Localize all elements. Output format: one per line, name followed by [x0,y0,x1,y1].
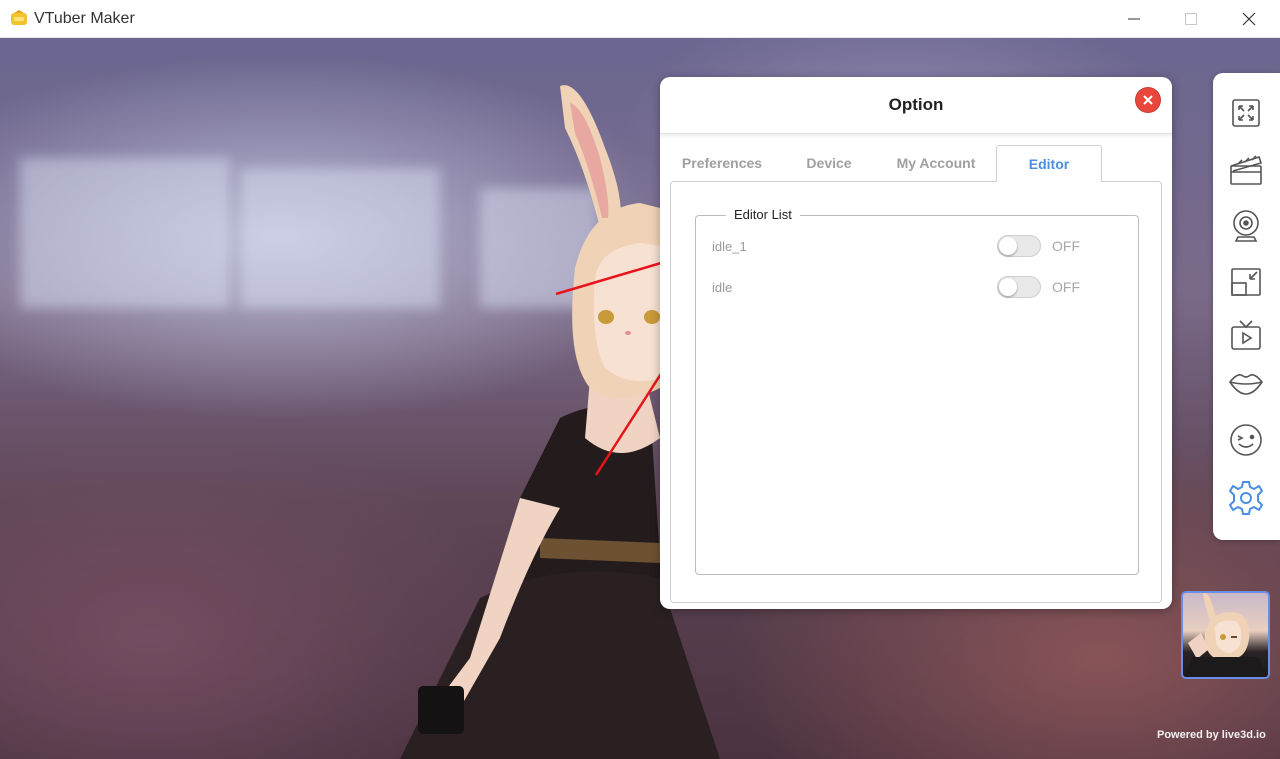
maximize-icon [1185,13,1197,25]
tab-my-account[interactable]: My Account [884,145,988,181]
avatar-thumbnail[interactable] [1181,591,1270,679]
app-logo-icon [11,10,27,25]
editor-tab-panel: Editor List idle_1 OFF idle OFF [670,181,1162,603]
avatar-thumbnail-image [1183,593,1268,677]
close-window-button[interactable] [1218,0,1280,38]
lips-icon [1229,374,1263,395]
window-size-button[interactable] [1227,263,1265,301]
maximize-button[interactable] [1160,0,1222,38]
settings-button[interactable] [1227,479,1265,517]
tv-play-icon [1231,320,1261,350]
toggle-knob [999,237,1017,255]
editor-item-toggle[interactable] [997,235,1041,257]
app-title: VTuber Maker [34,10,135,27]
toggle-knob [999,278,1017,296]
editor-list-legend: Editor List [726,207,800,222]
close-icon [1143,95,1153,105]
broadcast-button[interactable] [1227,316,1265,354]
right-toolbar [1213,73,1280,540]
webcam-icon [1233,210,1259,242]
list-item: idle OFF [696,272,1140,302]
gear-icon [1229,481,1263,515]
close-icon [1242,12,1256,26]
dialog-header: Option [660,77,1172,134]
expression-button[interactable] [1227,421,1265,459]
webcam-button[interactable] [1227,207,1265,245]
list-item: idle_1 OFF [696,231,1140,261]
lip-sync-button[interactable] [1227,364,1265,402]
toggle-state-label: OFF [1052,238,1080,254]
editor-item-toggle[interactable] [997,276,1041,298]
dialog-close-button[interactable] [1136,88,1160,112]
tab-preferences[interactable]: Preferences [672,145,772,181]
option-dialog: Option Preferences Device My Account Edi… [660,77,1172,609]
scene-button[interactable] [1227,151,1265,189]
option-tabs: Preferences Device My Account Editor [660,145,1172,182]
editor-item-name: idle_1 [712,239,747,254]
resize-window-icon [1231,268,1261,296]
editor-item-name: idle [712,280,733,295]
tab-editor[interactable]: Editor [996,145,1102,182]
clapperboard-icon [1230,155,1263,185]
fullscreen-icon [1232,99,1260,127]
fullscreen-button[interactable] [1227,94,1265,132]
minimize-icon [1128,18,1140,20]
toggle-state-label: OFF [1052,279,1080,295]
powered-by-text: Powered by live3d.io [1157,729,1266,741]
wink-face-icon [1230,424,1262,456]
tab-device[interactable]: Device [788,145,870,181]
editor-list-group: Editor List idle_1 OFF idle OFF [695,207,1140,575]
dialog-title: Option [888,95,944,114]
minimize-button[interactable] [1103,0,1165,38]
title-bar: VTuber Maker [0,0,1280,38]
